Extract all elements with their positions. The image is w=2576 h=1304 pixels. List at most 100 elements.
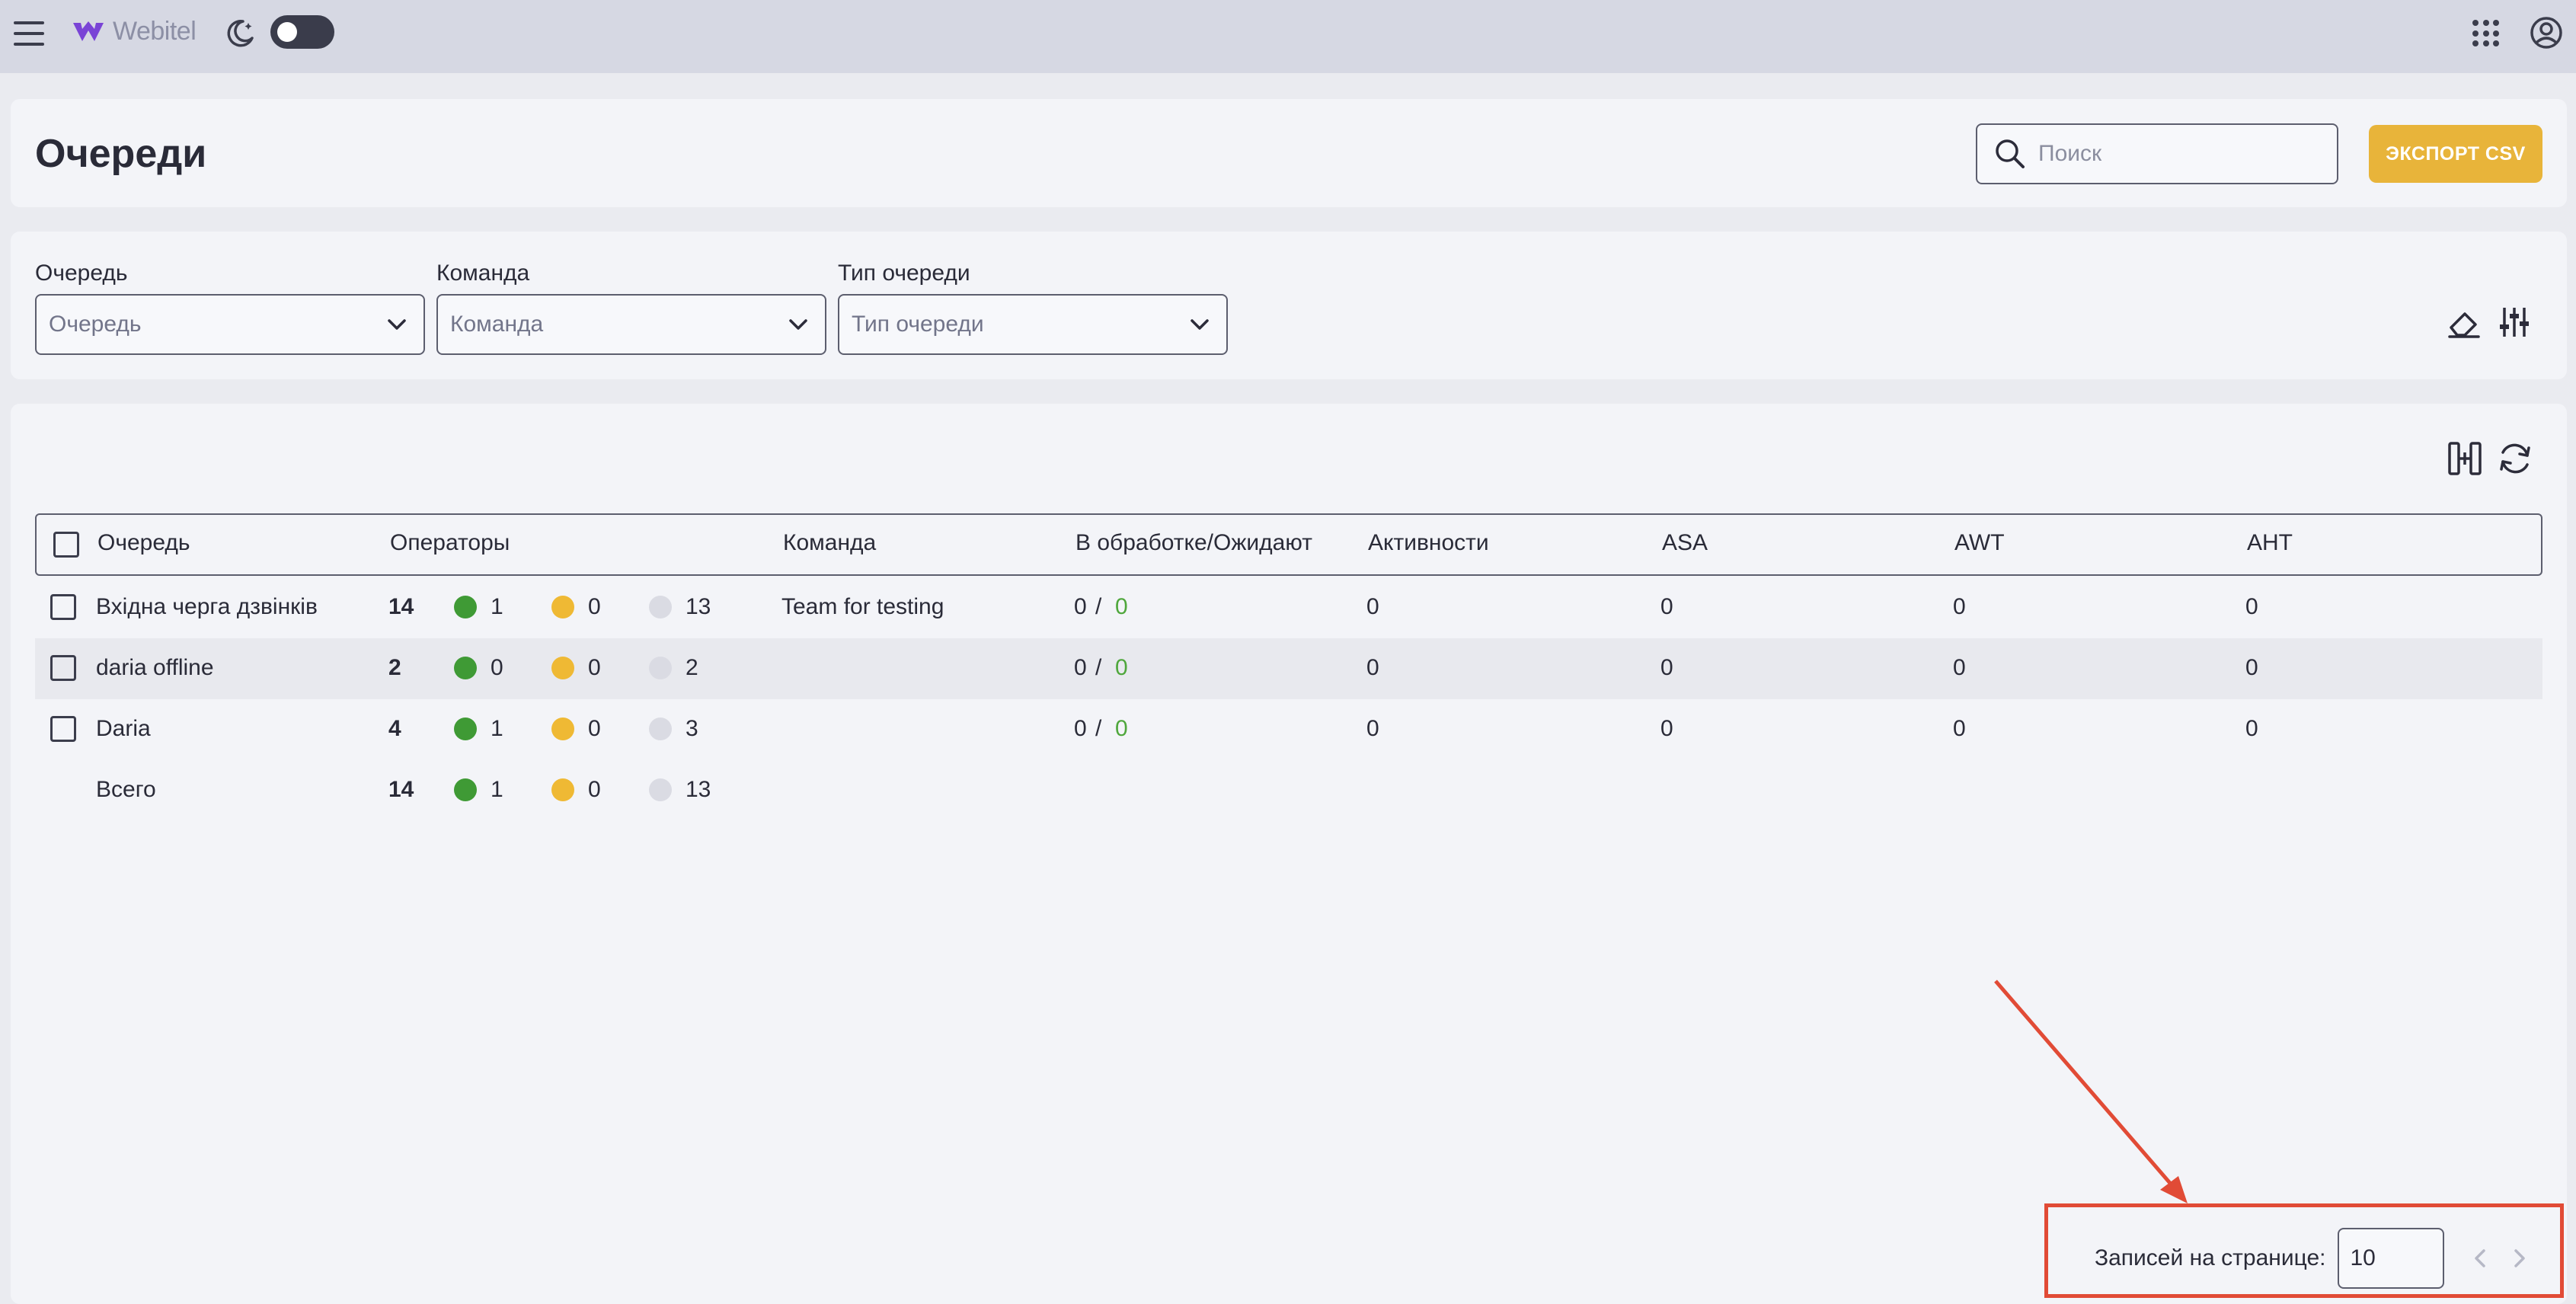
- offline-dot: [649, 778, 672, 801]
- summary-total: 14: [388, 777, 414, 802]
- col-operators[interactable]: Операторы: [390, 530, 510, 556]
- refresh-icon[interactable]: [2495, 439, 2535, 478]
- awt-value: 0: [1953, 716, 1966, 741]
- activity-value: 0: [1366, 594, 1379, 619]
- pause-dot: [551, 778, 574, 801]
- processing-separator: /: [1095, 655, 1102, 680]
- team-name: Team for testing: [781, 594, 944, 619]
- operators-pause: 0: [588, 655, 601, 680]
- operators-total: 2: [388, 655, 401, 680]
- page-header: Очереди ЭКСПОРТ CSV: [11, 99, 2567, 207]
- operators-offline: 3: [686, 716, 698, 741]
- aht-value: 0: [2245, 594, 2258, 619]
- chevron-down-icon: [388, 319, 406, 330]
- row-checkbox[interactable]: [50, 655, 76, 681]
- filter-queue: Очередь Очередь: [35, 260, 425, 355]
- table-row[interactable]: Вхідна черга дзвінків 14 1 0 13 Team for…: [35, 577, 2542, 638]
- sliders-icon[interactable]: [2495, 303, 2533, 341]
- search-input[interactable]: [2038, 141, 2328, 167]
- summary-online: 1: [491, 777, 503, 802]
- online-dot: [454, 596, 477, 618]
- aht-value: 0: [2245, 716, 2258, 741]
- export-csv-button[interactable]: ЭКСПОРТ CSV: [2369, 125, 2542, 183]
- awt-value: 0: [1953, 655, 1966, 680]
- pause-dot: [551, 596, 574, 618]
- menu-icon[interactable]: [12, 18, 46, 49]
- apps-icon[interactable]: [2472, 20, 2500, 47]
- operators-offline: 13: [686, 594, 711, 619]
- webitel-logo-mark-icon: [73, 21, 104, 41]
- operators-online: 1: [491, 594, 503, 619]
- filter-queue-type-placeholder: Тип очереди: [852, 312, 984, 337]
- awt-value: 0: [1953, 594, 1966, 619]
- col-queue[interactable]: Очередь: [97, 530, 190, 556]
- operators-total: 4: [388, 716, 401, 741]
- filter-queue-type-label: Тип очереди: [838, 260, 970, 286]
- aht-value: 0: [2245, 655, 2258, 680]
- activity-value: 0: [1366, 655, 1379, 680]
- filter-queue-label: Очередь: [35, 260, 128, 286]
- summary-label: Всего: [96, 777, 156, 802]
- operators-online: 0: [491, 655, 503, 680]
- processing-count: 0: [1074, 716, 1087, 741]
- summary-offline: 13: [686, 777, 711, 802]
- table-row[interactable]: Daria 4 1 0 3 0 / 0 0 0 0 0: [35, 699, 2542, 760]
- processing-separator: /: [1095, 716, 1102, 741]
- pause-dot: [551, 657, 574, 679]
- operators-pause: 0: [588, 716, 601, 741]
- pause-dot: [551, 718, 574, 740]
- col-processing-waiting[interactable]: В обработке/Ожидают: [1075, 530, 1312, 556]
- filter-team: Команда Команда: [436, 260, 826, 355]
- top-bar: Webitel: [0, 0, 2576, 73]
- filter-team-placeholder: Команда: [450, 312, 544, 337]
- row-checkbox[interactable]: [50, 716, 76, 742]
- col-activity[interactable]: Активности: [1368, 530, 1489, 556]
- offline-dot: [649, 596, 672, 618]
- col-aht[interactable]: AHT: [2247, 530, 2293, 556]
- waiting-count: 0: [1115, 594, 1128, 619]
- search-box[interactable]: [1976, 123, 2338, 184]
- chevron-down-icon: [1191, 319, 1209, 330]
- queue-name[interactable]: Daria: [96, 716, 151, 742]
- webitel-logo[interactable]: Webitel: [72, 17, 197, 46]
- col-asa[interactable]: ASA: [1662, 530, 1708, 556]
- processing-count: 0: [1074, 655, 1087, 680]
- chevron-down-icon: [789, 319, 807, 330]
- annotation-highlight-box: [2044, 1203, 2564, 1298]
- waiting-count: 0: [1115, 716, 1128, 741]
- queue-name[interactable]: Вхідна черга дзвінків: [96, 594, 318, 620]
- filter-queue-select[interactable]: Очередь: [35, 294, 425, 355]
- search-icon: [1996, 139, 2025, 168]
- col-team[interactable]: Команда: [783, 530, 876, 556]
- filter-queue-placeholder: Очередь: [49, 312, 142, 337]
- eraser-icon[interactable]: [2445, 303, 2483, 341]
- filter-team-label: Команда: [436, 260, 530, 286]
- queue-name[interactable]: daria offline: [96, 655, 214, 681]
- operators-online: 1: [491, 716, 503, 741]
- summary-pause: 0: [588, 777, 601, 802]
- filter-team-select[interactable]: Команда: [436, 294, 826, 355]
- operators-total: 14: [388, 594, 414, 619]
- select-all-checkbox[interactable]: [53, 532, 79, 558]
- filter-queue-type-select[interactable]: Тип очереди: [838, 294, 1228, 355]
- operators-offline: 2: [686, 655, 698, 680]
- moon-icon[interactable]: [223, 15, 258, 50]
- column-select-icon[interactable]: [2445, 439, 2485, 478]
- summary-row: Всего 14 1 0 13: [35, 760, 2542, 821]
- filter-queue-type: Тип очереди Тип очереди: [838, 260, 1228, 355]
- filters-panel: Очередь Очередь Команда Команда Тип очер…: [11, 232, 2567, 379]
- online-dot: [454, 718, 477, 740]
- asa-value: 0: [1660, 594, 1673, 619]
- online-dot: [454, 778, 477, 801]
- theme-toggle[interactable]: [270, 15, 334, 49]
- processing-count: 0: [1074, 594, 1087, 619]
- processing-separator: /: [1095, 594, 1102, 619]
- activity-value: 0: [1366, 716, 1379, 741]
- waiting-count: 0: [1115, 655, 1128, 680]
- asa-value: 0: [1660, 655, 1673, 680]
- offline-dot: [649, 657, 672, 679]
- row-checkbox[interactable]: [50, 594, 76, 620]
- user-icon[interactable]: [2529, 15, 2564, 50]
- table-row[interactable]: daria offline 2 0 0 2 0 / 0 0 0 0 0: [35, 638, 2542, 699]
- col-awt[interactable]: AWT: [1954, 530, 2005, 556]
